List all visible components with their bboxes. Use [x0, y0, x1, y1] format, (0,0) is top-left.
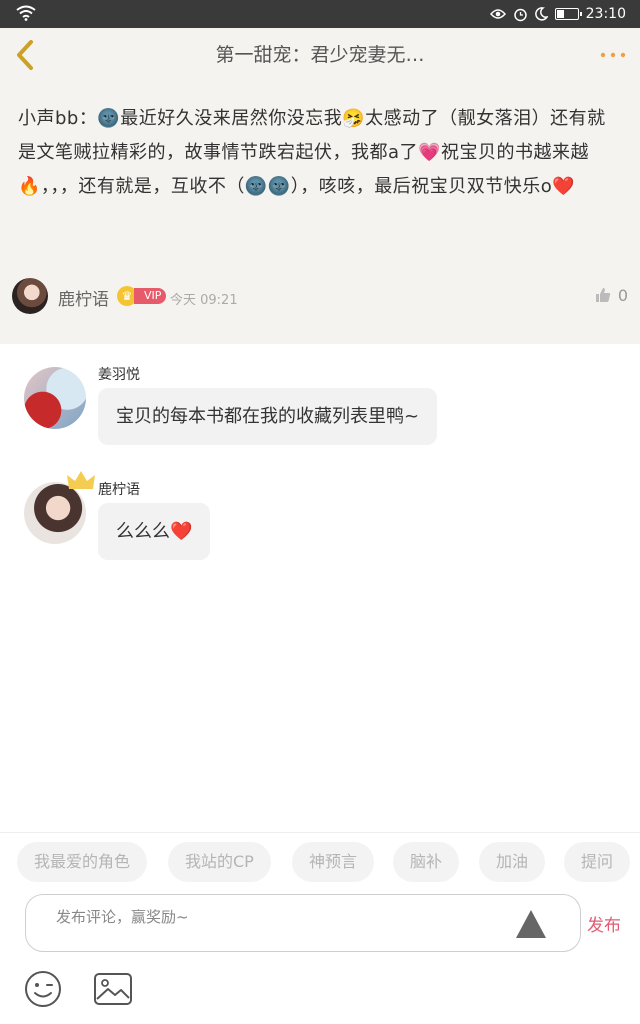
- main-comment: 小声bb：🌚最近好久没来居然你没忘我🤧太感动了（靓女落泪）还有就是文笔贼拉精彩的…: [0, 82, 640, 344]
- reply-bubble[interactable]: 宝贝的每本书都在我的收藏列表里鸭~: [98, 388, 438, 445]
- eye-icon: [489, 9, 506, 19]
- publish-button[interactable]: 发布: [587, 911, 621, 936]
- author-name[interactable]: 鹿柠语: [58, 285, 109, 310]
- vip-badge: VIP: [134, 288, 167, 304]
- alarm-icon: [513, 8, 527, 21]
- status-bar: 23:10: [0, 0, 640, 28]
- emoji-icon[interactable]: [24, 970, 62, 1008]
- comment-input-box[interactable]: [25, 894, 581, 952]
- page-title: 第一甜宠：君少宠妻无…: [215, 44, 425, 66]
- tag-chip[interactable]: 我站的CP: [168, 842, 271, 882]
- battery-icon: [554, 8, 582, 20]
- top-nav-bar: 第一甜宠：君少宠妻无…: [0, 28, 640, 82]
- comment-input[interactable]: [56, 905, 496, 929]
- back-arrow-icon[interactable]: [8, 36, 44, 74]
- image-icon[interactable]: [93, 972, 133, 1006]
- reply-bubble[interactable]: 么么么❤️: [98, 503, 211, 560]
- crown-icon: [67, 471, 95, 489]
- main-comment-author-row: 鹿柠语 ♛ VIP 今天 09:21 0: [12, 278, 628, 314]
- moon-icon: [534, 7, 548, 21]
- avatar[interactable]: [24, 367, 86, 429]
- tag-chip[interactable]: 提问: [564, 842, 631, 882]
- comment-timestamp: 今天 09:21: [170, 293, 238, 308]
- tag-chip[interactable]: 神预言: [292, 842, 375, 882]
- tag-chip[interactable]: 加油: [479, 842, 546, 882]
- like-button[interactable]: 0: [594, 284, 628, 306]
- main-comment-text: 小声bb：🌚最近好久没来居然你没忘我🤧太感动了（靓女落泪）还有就是文笔贼拉精彩的…: [18, 108, 606, 197]
- tag-chip[interactable]: 我最爱的角色: [17, 842, 148, 882]
- status-time: 23:10: [585, 6, 626, 22]
- thumbs-up-icon: [595, 288, 610, 302]
- triangle-icon[interactable]: [514, 908, 548, 940]
- tag-chip[interactable]: 脑补: [393, 842, 460, 882]
- like-count: 0: [617, 285, 628, 305]
- more-options-icon[interactable]: [596, 42, 630, 68]
- reply-author-name[interactable]: 姜羽悦: [98, 364, 140, 384]
- wifi-icon: [16, 5, 36, 21]
- reply-author-name[interactable]: 鹿柠语: [98, 479, 140, 499]
- avatar[interactable]: [12, 278, 48, 314]
- comment-tag-row: 我最爱的角色 我站的CP 神预言 脑补 加油 提问: [0, 832, 640, 890]
